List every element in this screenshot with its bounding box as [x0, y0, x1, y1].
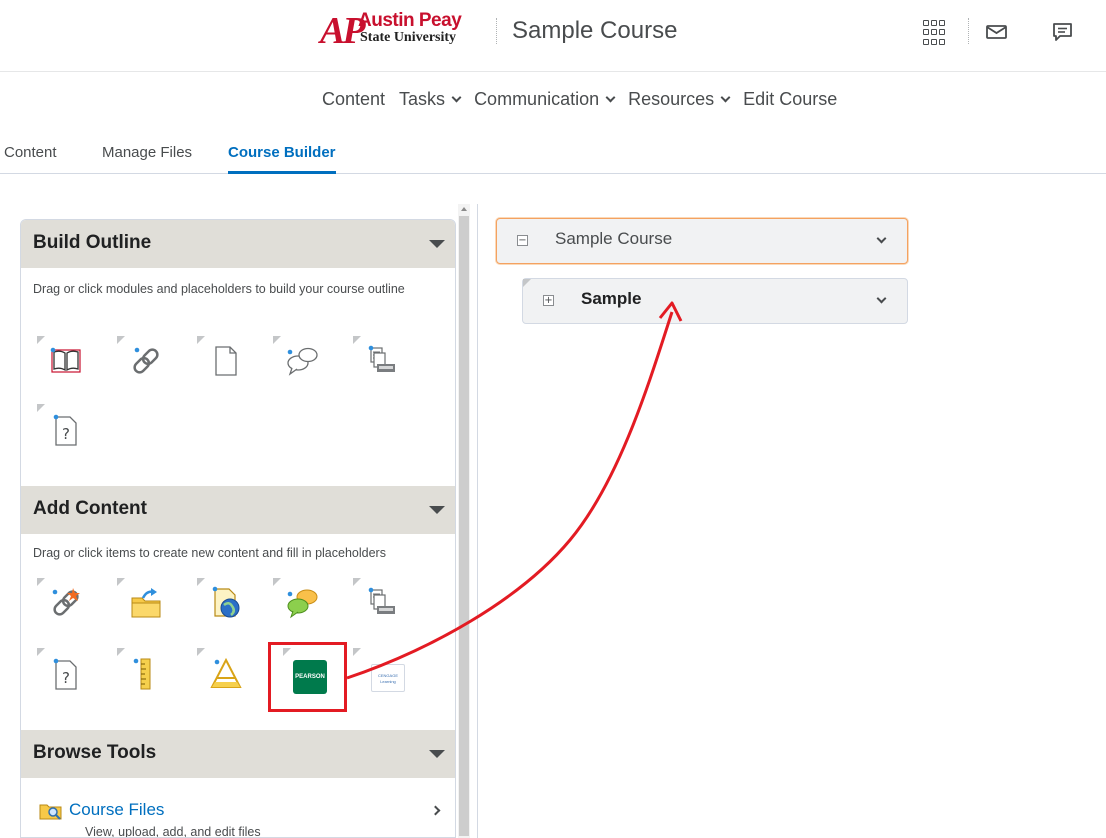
build-outline-description: Drag or click modules and placeholders t… [33, 282, 405, 296]
new-discussion-tool[interactable] [273, 578, 323, 628]
expand-toggle-icon[interactable]: + [543, 295, 554, 306]
header-separator-2 [968, 18, 969, 44]
collapse-toggle-icon[interactable]: − [517, 235, 528, 246]
folder-magnifier-icon [39, 804, 62, 820]
chain-link-icon [133, 347, 159, 374]
add-link-tool[interactable] [37, 578, 87, 628]
module-sample-course[interactable]: − Sample Course [496, 218, 908, 264]
triangle-pyramid-icon [210, 657, 242, 688]
speech-bubbles-icon [287, 347, 318, 376]
chevron-down-icon[interactable] [876, 233, 887, 244]
new-dropbox-tool[interactable] [353, 578, 403, 628]
build-outline-header[interactable]: Build Outline [21, 220, 455, 268]
dropbox-placeholder-tool[interactable] [353, 336, 403, 386]
upload-file-tool[interactable] [117, 578, 167, 628]
tab-manage-files[interactable]: Manage Files [102, 144, 192, 161]
tab-content[interactable]: Content [4, 144, 57, 161]
logo-mark: AP [320, 10, 366, 52]
quiz-placeholder-tool[interactable]: ? [37, 404, 87, 454]
course-files-link[interactable]: Course Files [69, 800, 164, 820]
builder-tools-panel: Build Outline Drag or click modules and … [20, 219, 456, 838]
chevron-down-icon [451, 92, 462, 103]
panel-divider [477, 204, 478, 838]
add-content-title: Add Content [33, 498, 147, 519]
rubric-tool[interactable] [117, 648, 167, 698]
web-page-tool[interactable] [197, 578, 247, 628]
question-page-icon: ? [53, 414, 77, 446]
survey-tool[interactable] [197, 648, 247, 698]
header-separator [496, 18, 497, 44]
logo-line-2: State University [360, 30, 457, 45]
svg-text:?: ? [62, 425, 70, 443]
browse-tools-title: Browse Tools [33, 742, 157, 763]
course-files-row[interactable]: Course Files View, upload, add, and edit… [39, 799, 441, 838]
book-icon [50, 347, 81, 373]
nav-resources[interactable]: Resources [628, 89, 731, 110]
course-title[interactable]: Sample Course [512, 17, 677, 45]
ruler-icon [133, 658, 151, 690]
logo-line-1: Austin Peay [358, 10, 462, 31]
browse-tools-header[interactable]: Browse Tools [21, 730, 455, 778]
nav-communication[interactable]: Communication [474, 89, 616, 110]
chevron-down-icon [720, 92, 731, 103]
page-placeholder-tool[interactable] [197, 336, 247, 386]
cengage-tool[interactable]: CENGAGE Learning [353, 648, 405, 698]
collapse-triangle-icon[interactable] [429, 506, 445, 514]
colored-speech-bubbles-icon [287, 589, 318, 619]
new-quiz-tool[interactable]: ? [37, 648, 87, 698]
document-tray-icon [368, 587, 395, 614]
module-sample[interactable]: + Sample [522, 278, 908, 324]
highlight-box [268, 642, 347, 712]
add-content-header[interactable]: Add Content [21, 486, 455, 534]
chevron-right-icon [430, 805, 441, 816]
top-header: AP Austin Peay State University Sample C… [0, 0, 1106, 72]
mail-icon[interactable] [985, 20, 1011, 46]
chevron-down-icon[interactable] [876, 293, 887, 304]
panel-scrollbar[interactable] [458, 204, 470, 838]
university-logo[interactable]: AP Austin Peay State University [320, 11, 500, 51]
nav-tasks[interactable]: Tasks [399, 89, 462, 110]
document-tray-icon [368, 345, 395, 372]
waffle-grid-icon[interactable] [923, 20, 949, 46]
question-page-icon: ? [53, 658, 77, 690]
content-subtabs: Content Manage Files Course Builder [0, 128, 1106, 174]
cengage-logo: CENGAGE Learning [371, 664, 405, 692]
course-navbar: Content Tasks Communication Resources Ed… [0, 72, 1106, 128]
collapse-triangle-icon[interactable] [429, 750, 445, 758]
svg-text:?: ? [62, 669, 70, 687]
submodule-title: Sample [581, 289, 642, 308]
module-title: Sample Course [555, 229, 673, 248]
blank-page-icon [215, 346, 237, 376]
chevron-down-icon [605, 92, 616, 103]
tab-course-builder[interactable]: Course Builder [228, 144, 336, 174]
folder-upload-icon [131, 588, 161, 618]
link-placeholder-tool[interactable] [117, 336, 167, 386]
course-files-description: View, upload, add, and edit files [85, 825, 261, 838]
chat-bubble-icon[interactable] [1051, 20, 1077, 46]
discussion-placeholder-tool[interactable] [273, 336, 323, 386]
drag-corner [523, 279, 531, 287]
globe-page-icon [212, 586, 240, 618]
add-content-description: Drag or click items to create new conten… [33, 546, 386, 560]
scroll-up-arrow-icon[interactable] [461, 207, 467, 211]
scrollbar-thumb[interactable] [459, 216, 469, 836]
collapse-triangle-icon[interactable] [429, 240, 445, 248]
nav-content[interactable]: Content [322, 89, 385, 110]
nav-edit-course[interactable]: Edit Course [743, 89, 837, 110]
build-outline-title: Build Outline [33, 232, 152, 253]
new-module-tool[interactable] [37, 336, 87, 386]
chain-link-spark-icon [52, 588, 80, 616]
